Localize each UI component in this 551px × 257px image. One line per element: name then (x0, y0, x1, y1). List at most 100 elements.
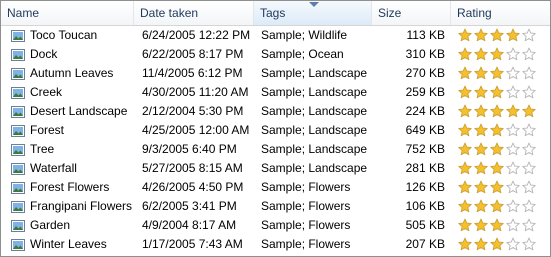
star-filled-icon[interactable] (458, 161, 472, 176)
star-filled-icon[interactable] (474, 237, 488, 252)
star-empty-icon[interactable] (506, 199, 520, 214)
star-filled-icon[interactable] (474, 199, 488, 214)
star-filled-icon[interactable] (458, 104, 472, 119)
star-filled-icon[interactable] (490, 104, 504, 119)
star-filled-icon[interactable] (458, 85, 472, 100)
star-empty-icon[interactable] (522, 85, 536, 100)
star-filled-icon[interactable] (474, 47, 488, 62)
file-row[interactable]: Tree 9/3/2005 6:40 PM Sample; Landscape 752… (1, 140, 550, 159)
star-filled-icon[interactable] (458, 47, 472, 62)
file-name-cell: Garden (9, 216, 133, 235)
file-row[interactable]: Desert Landscape 2/12/2004 5:30 PM Sample;… (1, 102, 550, 121)
date-taken: 4/26/2005 4:50 PM (142, 180, 244, 194)
star-filled-icon[interactable] (490, 66, 504, 81)
star-filled-icon[interactable] (490, 237, 504, 252)
star-empty-icon[interactable] (506, 142, 520, 157)
column-header-tags[interactable]: Tags (254, 1, 372, 25)
star-filled-icon[interactable] (522, 104, 536, 119)
column-header-name[interactable]: Name (1, 1, 134, 25)
star-empty-icon[interactable] (522, 180, 536, 195)
rating-stars[interactable] (458, 237, 538, 252)
star-empty-icon[interactable] (522, 28, 536, 43)
star-filled-icon[interactable] (458, 123, 472, 138)
star-filled-icon[interactable] (490, 85, 504, 100)
file-name: Forest (30, 123, 65, 137)
star-empty-icon[interactable] (522, 218, 536, 233)
star-empty-icon[interactable] (506, 161, 520, 176)
file-row[interactable]: Frangipani Flowers 6/2/2005 3:41 PM Sample… (1, 197, 550, 216)
star-filled-icon[interactable] (474, 142, 488, 157)
star-empty-icon[interactable] (506, 123, 520, 138)
file-size: 224 KB (405, 104, 445, 118)
rating-stars[interactable] (458, 85, 538, 100)
star-filled-icon[interactable] (490, 218, 504, 233)
rating-stars[interactable] (458, 161, 538, 176)
rating-stars[interactable] (458, 47, 538, 62)
file-row[interactable]: Forest Flowers 4/26/2005 4:50 PM Sample; F… (1, 178, 550, 197)
star-filled-icon[interactable] (458, 142, 472, 157)
star-filled-icon[interactable] (458, 28, 472, 43)
star-empty-icon[interactable] (506, 66, 520, 81)
star-empty-icon[interactable] (506, 237, 520, 252)
star-filled-icon[interactable] (506, 104, 520, 119)
rating-stars[interactable] (458, 104, 538, 119)
file-row[interactable]: Garden 4/9/2004 8:17 AM Sample; Flowers 505… (1, 216, 550, 235)
rating-stars[interactable] (458, 123, 538, 138)
star-empty-icon[interactable] (506, 218, 520, 233)
file-row[interactable]: Winter Leaves 1/17/2005 7:43 AM Sample; Fl… (1, 235, 550, 254)
file-name: Tree (30, 142, 55, 156)
file-row[interactable]: Forest 4/25/2005 12:00 AM Sample; Landscap… (1, 121, 550, 140)
star-filled-icon[interactable] (474, 104, 488, 119)
star-empty-icon[interactable] (506, 180, 520, 195)
star-empty-icon[interactable] (506, 47, 520, 62)
star-filled-icon[interactable] (474, 123, 488, 138)
file-row[interactable]: Toco Toucan 6/24/2005 12:22 PM Sample; Wil… (1, 26, 550, 45)
star-empty-icon[interactable] (522, 123, 536, 138)
rating-stars[interactable] (458, 199, 538, 214)
file-name: Dock (30, 47, 58, 61)
star-filled-icon[interactable] (490, 199, 504, 214)
star-empty-icon[interactable] (522, 47, 536, 62)
star-empty-icon[interactable] (522, 161, 536, 176)
star-filled-icon[interactable] (490, 180, 504, 195)
file-name: Waterfall (30, 161, 77, 175)
star-empty-icon[interactable] (506, 85, 520, 100)
file-row[interactable]: Waterfall 5/27/2005 8:15 AM Sample; Landsc… (1, 159, 550, 178)
file-row[interactable]: Dock 6/22/2005 8:17 PM Sample; Ocean 310 KB (1, 45, 550, 64)
star-filled-icon[interactable] (474, 180, 488, 195)
file-name: Autumn Leaves (30, 66, 114, 80)
star-filled-icon[interactable] (490, 161, 504, 176)
star-filled-icon[interactable] (458, 199, 472, 214)
file-row[interactable]: Creek 4/30/2005 11:20 AM Sample; Landscape… (1, 83, 550, 102)
column-header-date-taken[interactable]: Date taken (134, 1, 254, 25)
star-filled-icon[interactable] (474, 85, 488, 100)
rating-stars[interactable] (458, 66, 538, 81)
star-filled-icon[interactable] (458, 180, 472, 195)
rating-stars[interactable] (458, 180, 538, 195)
star-filled-icon[interactable] (458, 237, 472, 252)
star-filled-icon[interactable] (490, 142, 504, 157)
column-header-date-label: Date taken (140, 6, 199, 20)
rating-stars[interactable] (458, 142, 538, 157)
star-filled-icon[interactable] (474, 66, 488, 81)
star-filled-icon[interactable] (506, 28, 520, 43)
star-filled-icon[interactable] (458, 218, 472, 233)
star-filled-icon[interactable] (490, 28, 504, 43)
file-row[interactable]: Autumn Leaves 11/4/2005 6:12 PM Sample; La… (1, 64, 550, 83)
rating-stars[interactable] (458, 218, 538, 233)
star-filled-icon[interactable] (490, 47, 504, 62)
star-empty-icon[interactable] (522, 142, 536, 157)
column-header-rating[interactable]: Rating (451, 1, 550, 25)
star-empty-icon[interactable] (522, 66, 536, 81)
star-filled-icon[interactable] (474, 161, 488, 176)
file-size: 259 KB (405, 85, 445, 99)
star-filled-icon[interactable] (490, 123, 504, 138)
column-header-size[interactable]: Size (372, 1, 451, 25)
file-name: Garden (30, 218, 71, 232)
star-empty-icon[interactable] (522, 237, 536, 252)
star-empty-icon[interactable] (522, 199, 536, 214)
star-filled-icon[interactable] (474, 28, 488, 43)
rating-stars[interactable] (458, 28, 538, 43)
star-filled-icon[interactable] (458, 66, 472, 81)
star-filled-icon[interactable] (474, 218, 488, 233)
